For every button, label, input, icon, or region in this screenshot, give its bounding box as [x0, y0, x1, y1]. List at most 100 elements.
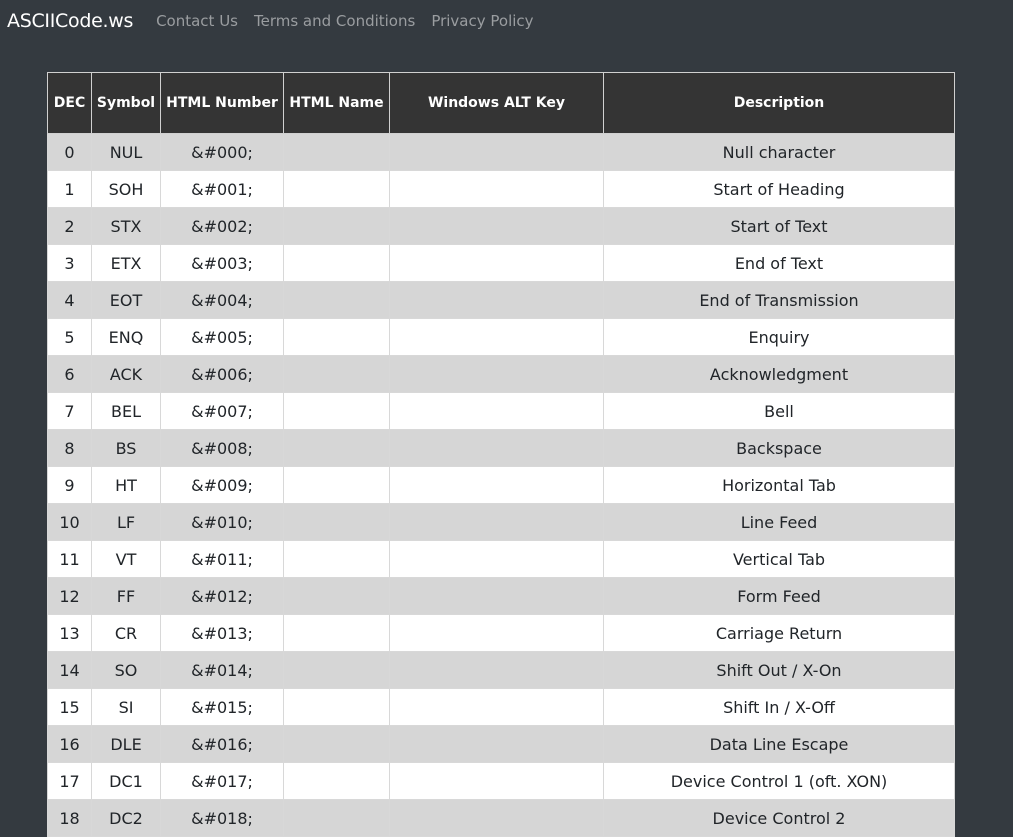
- cell-html-number: &#013;: [160, 614, 284, 652]
- cell-symbol: ETX: [91, 244, 161, 282]
- cell-html-name: [283, 281, 390, 319]
- cell-symbol: ACK: [91, 355, 161, 393]
- cell-dec: 0: [47, 133, 92, 171]
- cell-description: Start of Text: [603, 207, 955, 245]
- cell-html-name: [283, 762, 390, 800]
- cell-html-number: &#004;: [160, 281, 284, 319]
- cell-description: Line Feed: [603, 503, 955, 541]
- cell-description: Start of Heading: [603, 170, 955, 208]
- cell-windows-alt-key: [389, 170, 604, 208]
- cell-html-name: [283, 799, 390, 837]
- cell-symbol: LF: [91, 503, 161, 541]
- cell-windows-alt-key: [389, 725, 604, 763]
- cell-html-number: &#008;: [160, 429, 284, 467]
- cell-description: Data Line Escape: [603, 725, 955, 763]
- cell-dec: 14: [47, 651, 92, 689]
- table-body: 0 NUL &#000; Null character 1 SOH &#001; Start …: [47, 133, 955, 837]
- cell-html-name: [283, 429, 390, 467]
- cell-html-number: &#002;: [160, 207, 284, 245]
- cell-html-number: &#000;: [160, 133, 284, 171]
- cell-html-number: &#003;: [160, 244, 284, 282]
- cell-html-number: &#015;: [160, 688, 284, 726]
- cell-description: Device Control 1 (oft. XON): [603, 762, 955, 800]
- ascii-table: DEC Symbol HTML Number HTML Name Windows…: [47, 72, 955, 837]
- cell-description: Shift In / X-Off: [603, 688, 955, 726]
- cell-html-name: [283, 318, 390, 356]
- cell-dec: 5: [47, 318, 92, 356]
- cell-html-name: [283, 244, 390, 282]
- table-row: 7 BEL &#007; Bell: [47, 392, 955, 430]
- cell-html-name: [283, 355, 390, 393]
- cell-symbol: FF: [91, 577, 161, 615]
- cell-dec: 10: [47, 503, 92, 541]
- cell-symbol: VT: [91, 540, 161, 578]
- header-html-number: HTML Number: [160, 72, 284, 134]
- cell-dec: 7: [47, 392, 92, 430]
- table-row: 6 ACK &#006; Acknowledgment: [47, 355, 955, 393]
- navbar: ASCIICode.ws Contact Us Terms and Condit…: [0, 0, 1013, 42]
- cell-description: Null character: [603, 133, 955, 171]
- table-row: 16 DLE &#016; Data Line Escape: [47, 725, 955, 763]
- cell-dec: 1: [47, 170, 92, 208]
- header-html-name: HTML Name: [283, 72, 390, 134]
- cell-dec: 9: [47, 466, 92, 504]
- cell-html-name: [283, 466, 390, 504]
- cell-windows-alt-key: [389, 688, 604, 726]
- table-row: 13 CR &#013; Carriage Return: [47, 614, 955, 652]
- cell-windows-alt-key: [389, 466, 604, 504]
- cell-symbol: SOH: [91, 170, 161, 208]
- cell-html-number: &#016;: [160, 725, 284, 763]
- site-brand-link[interactable]: ASCIICode.ws: [7, 10, 133, 32]
- cell-html-number: &#006;: [160, 355, 284, 393]
- cell-dec: 16: [47, 725, 92, 763]
- cell-html-number: &#010;: [160, 503, 284, 541]
- cell-dec: 8: [47, 429, 92, 467]
- cell-windows-alt-key: [389, 429, 604, 467]
- cell-windows-alt-key: [389, 244, 604, 282]
- header-symbol: Symbol: [91, 72, 161, 134]
- cell-symbol: SI: [91, 688, 161, 726]
- cell-symbol: STX: [91, 207, 161, 245]
- table-row: 15 SI &#015; Shift In / X-Off: [47, 688, 955, 726]
- table-row: 8 BS &#008; Backspace: [47, 429, 955, 467]
- cell-windows-alt-key: [389, 392, 604, 430]
- nav-link-privacy-policy[interactable]: Privacy Policy: [431, 12, 533, 30]
- cell-html-name: [283, 170, 390, 208]
- table-row: 18 DC2 &#018; Device Control 2: [47, 799, 955, 837]
- cell-symbol: CR: [91, 614, 161, 652]
- cell-html-number: &#018;: [160, 799, 284, 837]
- cell-dec: 4: [47, 281, 92, 319]
- cell-description: Enquiry: [603, 318, 955, 356]
- cell-description: Backspace: [603, 429, 955, 467]
- cell-dec: 3: [47, 244, 92, 282]
- cell-dec: 18: [47, 799, 92, 837]
- nav-link-terms-and-conditions[interactable]: Terms and Conditions: [254, 12, 415, 30]
- ascii-table-container: DEC Symbol HTML Number HTML Name Windows…: [47, 72, 955, 837]
- cell-html-name: [283, 725, 390, 763]
- cell-dec: 15: [47, 688, 92, 726]
- cell-windows-alt-key: [389, 651, 604, 689]
- cell-windows-alt-key: [389, 577, 604, 615]
- cell-description: Form Feed: [603, 577, 955, 615]
- cell-symbol: DC1: [91, 762, 161, 800]
- cell-description: Bell: [603, 392, 955, 430]
- table-row: 3 ETX &#003; End of Text: [47, 244, 955, 282]
- table-header-row: DEC Symbol HTML Number HTML Name Windows…: [47, 72, 955, 134]
- cell-windows-alt-key: [389, 799, 604, 837]
- header-dec: DEC: [47, 72, 92, 134]
- table-row: 0 NUL &#000; Null character: [47, 133, 955, 171]
- cell-description: End of Text: [603, 244, 955, 282]
- cell-windows-alt-key: [389, 540, 604, 578]
- cell-html-name: [283, 577, 390, 615]
- cell-symbol: ENQ: [91, 318, 161, 356]
- header-description: Description: [603, 72, 955, 134]
- header-windows-alt-key: Windows ALT Key: [389, 72, 604, 134]
- nav-link-contact-us[interactable]: Contact Us: [156, 12, 238, 30]
- cell-description: Acknowledgment: [603, 355, 955, 393]
- cell-symbol: HT: [91, 466, 161, 504]
- cell-symbol: EOT: [91, 281, 161, 319]
- cell-html-number: &#007;: [160, 392, 284, 430]
- cell-html-number: &#014;: [160, 651, 284, 689]
- table-row: 14 SO &#014; Shift Out / X-On: [47, 651, 955, 689]
- cell-html-name: [283, 688, 390, 726]
